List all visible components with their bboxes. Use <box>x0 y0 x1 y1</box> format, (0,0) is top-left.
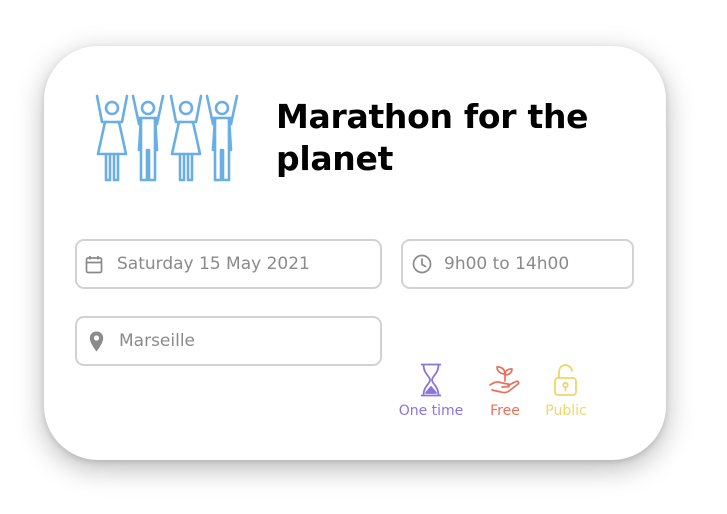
badge-public: Public <box>540 362 592 419</box>
calendar-icon <box>85 254 103 274</box>
time-field[interactable]: 9h00 to 14h00 <box>401 239 634 289</box>
location-value: Marseille <box>119 331 196 351</box>
unlocked-padlock-icon <box>548 362 584 398</box>
badge-label: Public <box>545 403 587 419</box>
date-field[interactable]: Saturday 15 May 2021 <box>75 239 382 289</box>
time-value: 9h00 to 14h00 <box>444 254 570 274</box>
clock-icon <box>412 254 432 274</box>
people-arms-raised-icon <box>95 94 239 182</box>
badge-label: Free <box>490 403 520 419</box>
hourglass-icon <box>413 362 449 398</box>
badge-label: One time <box>398 403 464 419</box>
badge-one-time: One time <box>395 362 467 419</box>
badge-free: Free <box>484 362 526 419</box>
event-card: Marathon for the planet Saturday 15 May … <box>44 46 666 460</box>
location-field[interactable]: Marseille <box>75 316 382 366</box>
date-value: Saturday 15 May 2021 <box>117 254 310 274</box>
location-pin-icon <box>87 331 105 351</box>
event-title: Marathon for the planet <box>276 97 589 178</box>
hand-sprout-icon <box>487 362 523 398</box>
